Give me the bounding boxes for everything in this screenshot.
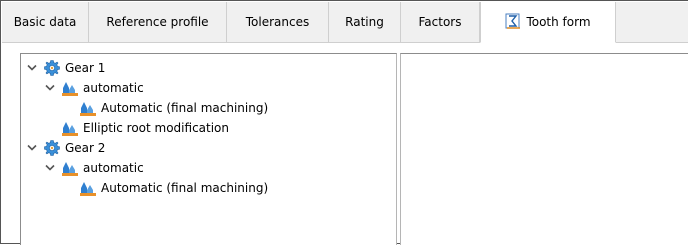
tooth-form-detail-panel [400, 53, 688, 245]
tab-reference-profile[interactable]: Reference profile [89, 2, 227, 42]
tab-content: Gear 1 automatic Automatic (final machin… [2, 43, 688, 245]
tab-label: Factors [418, 15, 462, 29]
tab-label: Tolerances [245, 15, 310, 29]
chevron-down-icon[interactable] [25, 141, 39, 155]
tab-basic-data[interactable]: Basic data [2, 2, 89, 42]
tree-item-gear-1-automatic-final[interactable]: Automatic (final machining) [79, 98, 268, 118]
tree-item-label: Gear 2 [65, 141, 106, 155]
tree-item-label: Automatic (final machining) [101, 101, 269, 115]
tree-item-elliptic-root-modification[interactable]: Elliptic root modification [61, 118, 229, 138]
tab-bar: Basic data Reference profile Tolerances … [2, 2, 688, 43]
tab-label: Rating [345, 15, 384, 29]
tooth-tool-icon [79, 179, 97, 197]
tree-item-label: automatic [83, 161, 144, 175]
tree-item-label: Gear 1 [65, 61, 106, 75]
tooth-form-tree: Gear 1 automatic Automatic (final machin… [20, 53, 397, 245]
tab-label: Tooth form [526, 15, 591, 29]
tooth-tool-icon [79, 99, 97, 117]
tree-item-label: Elliptic root modification [83, 121, 230, 135]
gear-icon [43, 59, 61, 77]
tooth-tool-icon [61, 119, 79, 137]
chevron-down-icon[interactable] [43, 161, 57, 175]
tab-label: Basic data [13, 15, 77, 29]
tab-tolerances[interactable]: Tolerances [227, 2, 329, 42]
chevron-down-icon[interactable] [43, 81, 57, 95]
window-frame: Basic data Reference profile Tolerances … [0, 0, 688, 245]
tab-rating[interactable]: Rating [329, 2, 401, 42]
tab-tooth-form[interactable]: Tooth form [480, 2, 616, 43]
sigma-sum-icon [505, 13, 521, 29]
tree-item-gear-1[interactable]: Gear 1 [25, 58, 105, 78]
tree-item-gear-1-automatic[interactable]: automatic [43, 78, 144, 98]
tab-factors[interactable]: Factors [401, 2, 480, 42]
tree-item-label: automatic [83, 81, 144, 95]
tab-label: Reference profile [106, 15, 209, 29]
tooth-tool-icon [61, 159, 79, 177]
tree-item-gear-2[interactable]: Gear 2 [25, 138, 105, 158]
tooth-tool-icon [61, 79, 79, 97]
tree-item-gear-2-automatic-final[interactable]: Automatic (final machining) [79, 178, 268, 198]
tree-item-gear-2-automatic[interactable]: automatic [43, 158, 144, 178]
chevron-down-icon[interactable] [25, 61, 39, 75]
tree-item-label: Automatic (final machining) [101, 181, 269, 195]
gear-icon [43, 139, 61, 157]
